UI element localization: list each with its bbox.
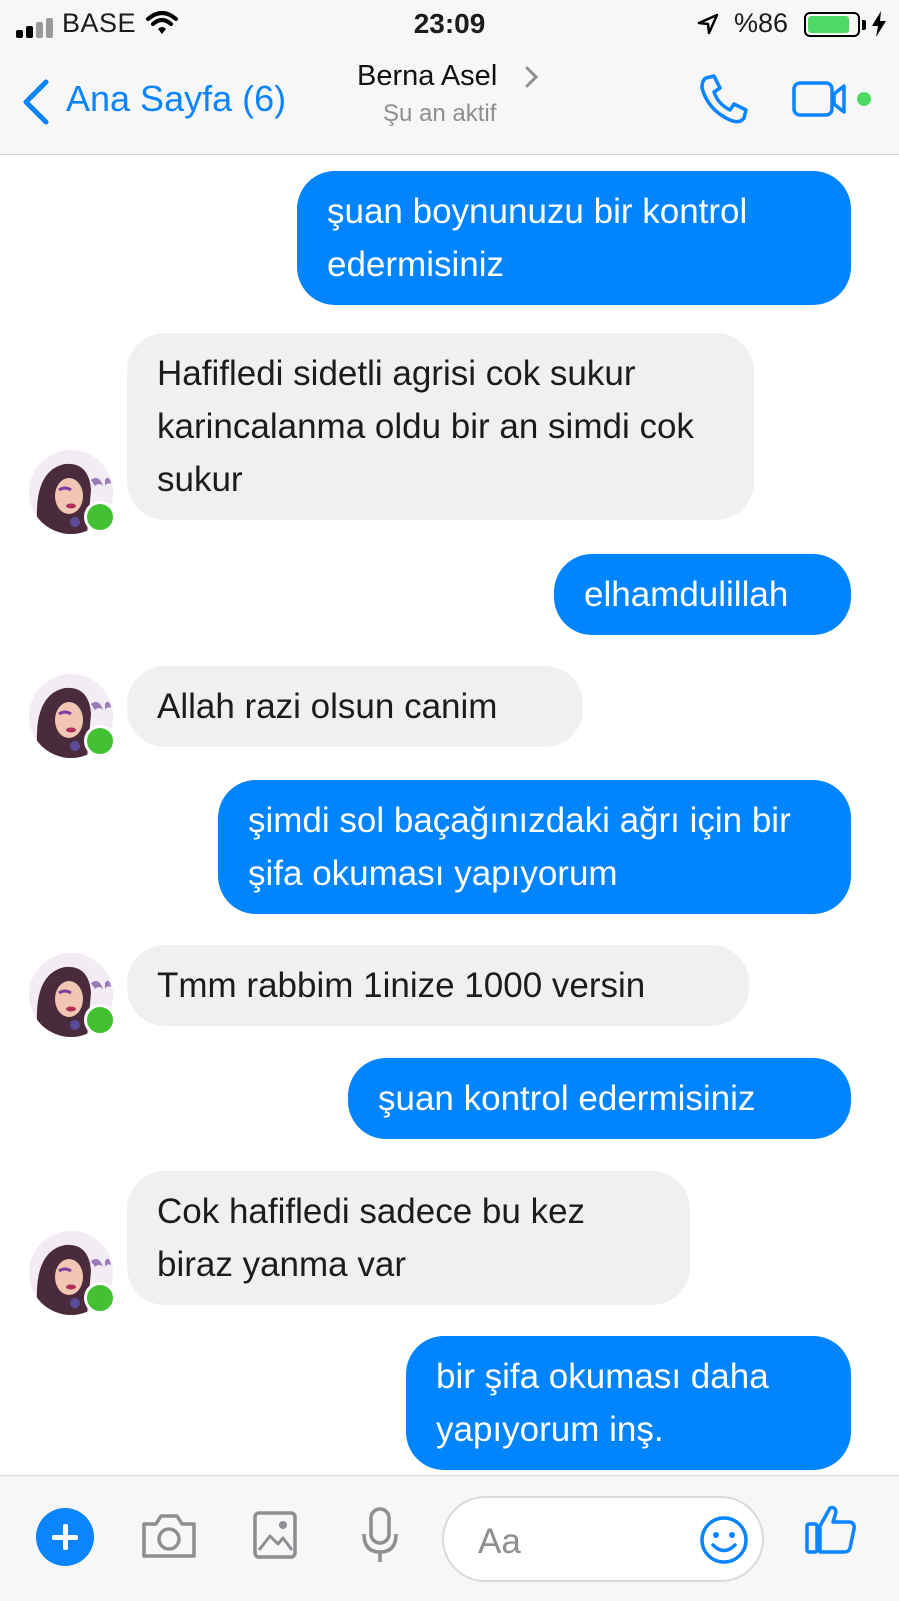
active-status-dot — [857, 92, 871, 106]
back-chevron-icon[interactable] — [20, 78, 52, 126]
message-bubble-outgoing[interactable]: elhamdulillah — [554, 554, 851, 635]
online-status-dot — [84, 501, 116, 533]
message-bubble-incoming[interactable]: Allah razi olsun canim — [127, 666, 583, 747]
emoji-icon[interactable] — [698, 1514, 750, 1566]
back-button[interactable]: Ana Sayfa (6) — [66, 78, 286, 120]
camera-icon[interactable] — [140, 1512, 198, 1560]
battery-level-fill — [808, 16, 849, 33]
plus-icon[interactable] — [36, 1508, 94, 1566]
contact-status: Şu an aktif — [383, 100, 497, 127]
message-bubble-outgoing[interactable]: şimdi sol baçağınızdaki ağrı için bir şi… — [218, 780, 851, 914]
phone-icon[interactable] — [696, 72, 750, 126]
message-bubble-outgoing[interactable]: şuan boynunuzu bir kontrol edermisiniz — [297, 171, 851, 305]
avatar[interactable] — [29, 450, 116, 534]
message-bubble-outgoing[interactable]: bir şifa okuması daha yapıyorum inş. — [406, 1336, 851, 1470]
online-status-dot — [84, 1282, 116, 1314]
chevron-right-icon[interactable] — [525, 66, 539, 88]
battery-tip — [862, 20, 866, 30]
message-input-box[interactable] — [442, 1496, 764, 1582]
online-status-dot — [84, 725, 116, 757]
video-camera-icon[interactable] — [792, 80, 852, 118]
conversation-header: Ana Sayfa (6) Berna Asel Şu an aktif — [0, 50, 899, 155]
status-bar: BASE 23:09 %86 — [0, 0, 899, 50]
message-bubble-incoming[interactable]: Tmm rabbim 1inize 1000 versin — [127, 945, 749, 1026]
avatar[interactable] — [29, 953, 116, 1037]
avatar[interactable] — [29, 1231, 116, 1315]
charging-bolt-icon — [872, 11, 886, 37]
message-bubble-outgoing[interactable]: şuan kontrol edermisiniz — [348, 1058, 851, 1139]
message-composer — [0, 1475, 899, 1601]
battery-percent: %86 — [734, 8, 789, 38]
gallery-icon[interactable] — [252, 1510, 298, 1560]
battery-icon — [804, 12, 860, 37]
microphone-icon[interactable] — [360, 1506, 400, 1566]
contact-name[interactable]: Berna Asel — [357, 60, 497, 93]
thumbs-up-icon[interactable] — [804, 1502, 858, 1556]
message-input[interactable] — [478, 1522, 678, 1562]
message-thread[interactable]: şuan boynunuzu bir kontrol edermisiniz H… — [0, 155, 899, 1475]
message-bubble-incoming[interactable]: Hafifledi sidetli agrisi cok sukur karin… — [127, 333, 754, 520]
location-arrow-icon — [697, 13, 719, 35]
online-status-dot — [84, 1004, 116, 1036]
message-bubble-incoming[interactable]: Cok hafifledi sadece bu kez biraz yanma … — [127, 1171, 690, 1305]
avatar[interactable] — [29, 674, 116, 758]
